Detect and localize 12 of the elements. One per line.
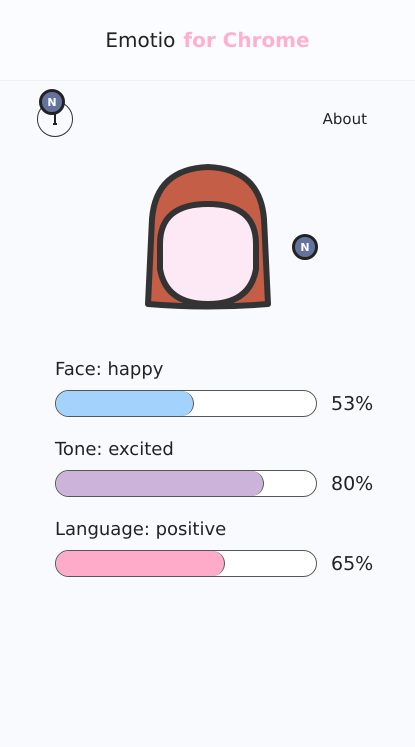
percent-reading: 65% — [331, 552, 374, 574]
app-subtitle: for Chrome — [183, 28, 310, 52]
app-title: Emotio — [105, 28, 176, 52]
meter-label: Face: happy — [55, 359, 164, 380]
notification-badge[interactable]: N — [292, 234, 318, 260]
percent-reading: 80% — [331, 472, 374, 494]
notification-badge[interactable]: N — [39, 89, 65, 115]
meter-label: Language: positive — [55, 519, 228, 540]
about-link[interactable]: About — [322, 110, 367, 128]
meter-label: Tone: excited — [55, 439, 175, 460]
percent-reading: 53% — [331, 392, 374, 414]
info-icon — [53, 113, 57, 125]
